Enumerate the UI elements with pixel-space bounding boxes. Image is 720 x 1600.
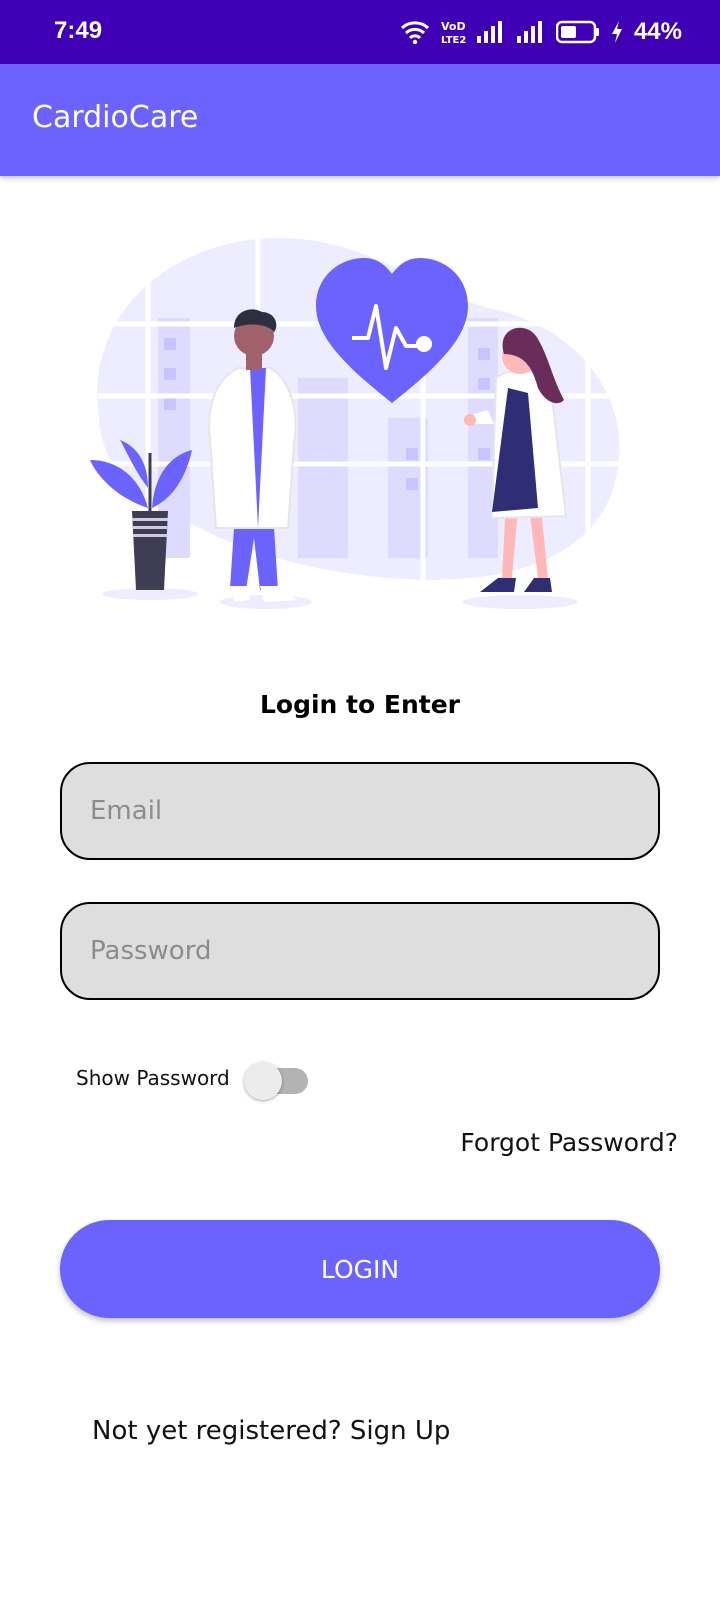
login-heading: Login to Enter bbox=[259, 690, 460, 719]
password-input[interactable] bbox=[90, 936, 658, 966]
sign-up-link[interactable]: Not yet registered? Sign Up bbox=[92, 1416, 450, 1446]
email-input[interactable] bbox=[90, 796, 658, 826]
volte-icon: VoD LTE2 bbox=[441, 20, 466, 46]
svg-text:LTE2: LTE2 bbox=[441, 35, 466, 46]
status-icons: VoD LTE2 44% bbox=[400, 14, 682, 50]
charging-icon bbox=[611, 21, 622, 43]
wifi-icon bbox=[400, 21, 429, 45]
status-time: 7:49 bbox=[54, 17, 103, 44]
doctors-illustration bbox=[90, 238, 628, 609]
app-bar: CardioCare bbox=[0, 64, 720, 176]
password-field[interactable] bbox=[60, 902, 660, 1000]
battery-icon bbox=[555, 20, 599, 44]
battery-percent: 44% bbox=[633, 18, 682, 45]
svg-text:VoD: VoD bbox=[441, 20, 466, 33]
app-title: CardioCare bbox=[32, 100, 199, 135]
login-button[interactable]: LOGIN bbox=[60, 1220, 660, 1318]
show-password-toggle[interactable] bbox=[244, 1062, 308, 1100]
email-field[interactable] bbox=[60, 762, 660, 860]
show-password-label: Show Password bbox=[76, 1066, 230, 1090]
forgot-password-link[interactable]: Forgot Password? bbox=[460, 1128, 678, 1157]
signal-icon bbox=[516, 21, 542, 43]
toggle-thumb bbox=[244, 1062, 282, 1100]
signal-icon bbox=[476, 21, 502, 43]
status-bar: 7:49 VoD LTE2 44% bbox=[0, 0, 720, 64]
